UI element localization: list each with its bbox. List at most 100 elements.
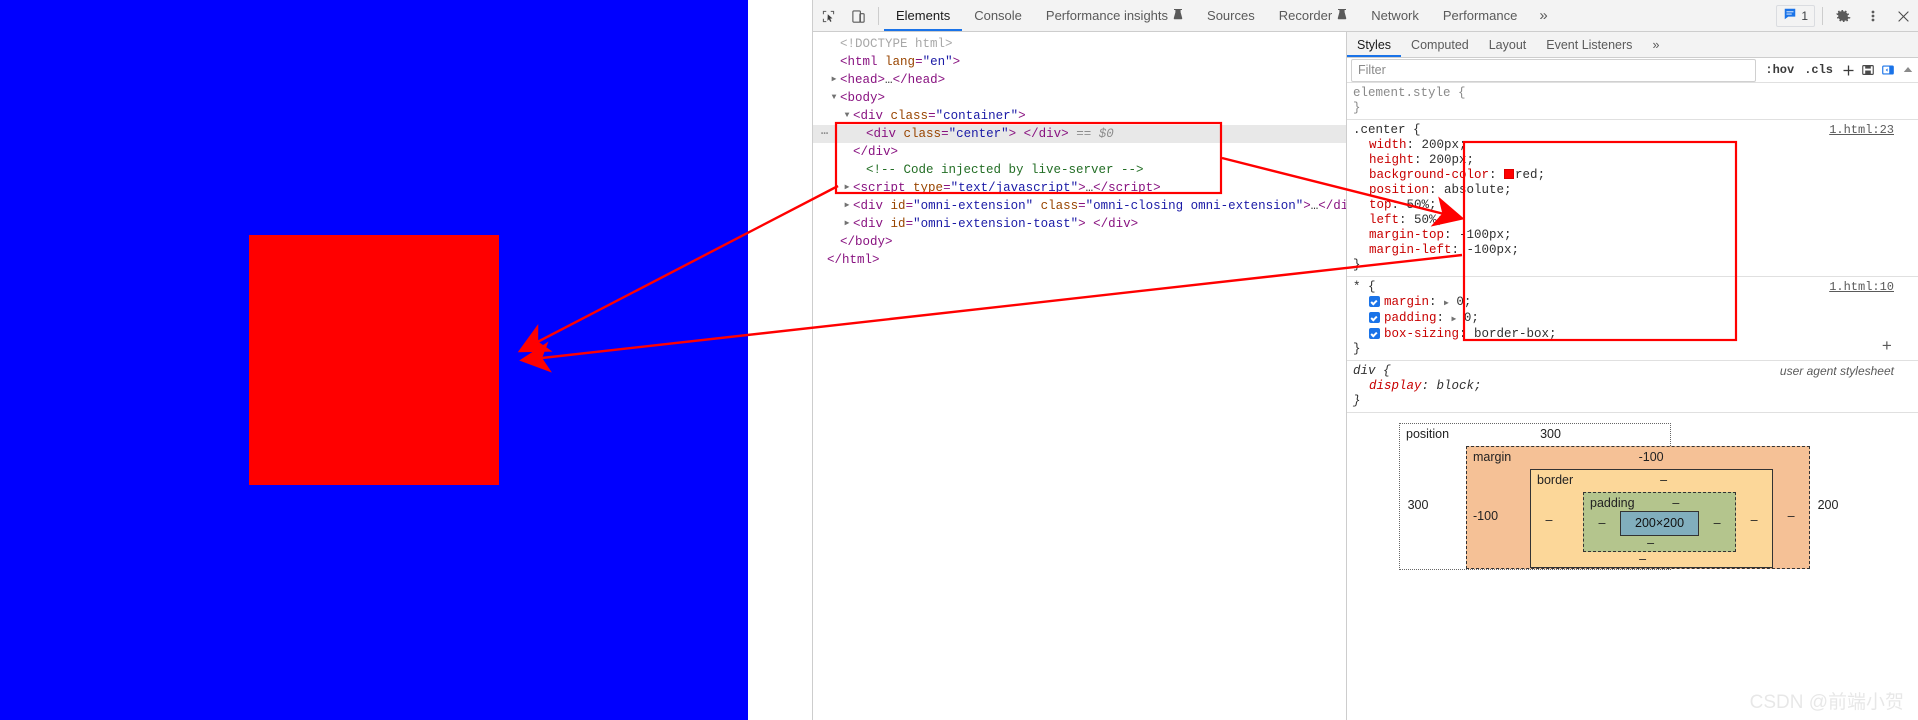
css-property-name[interactable]: margin-left	[1369, 243, 1452, 257]
box-model-border-bottom[interactable]: –	[1531, 552, 1772, 567]
css-property-value[interactable]: 200px	[1422, 138, 1460, 152]
css-declaration[interactable]: padding: ▶ 0;	[1353, 311, 1918, 327]
dom-expand-twisty[interactable]: ▶	[842, 197, 852, 215]
dom-attr-value[interactable]: "omni-extension-toast"	[913, 217, 1078, 231]
css-property-name[interactable]: left	[1369, 213, 1399, 227]
box-model-border-top[interactable]: –	[1573, 473, 1772, 488]
dom-attr-name[interactable]: class	[904, 127, 942, 141]
tabbar-overflow-button[interactable]: »	[1529, 0, 1557, 31]
css-selector[interactable]: element.style	[1353, 86, 1451, 100]
css-declaration-checkbox[interactable]	[1369, 328, 1380, 339]
dom-attr-name[interactable]: id	[891, 217, 906, 231]
dom-tree[interactable]: <!DOCTYPE html> <html lang="en"> ▶ <head>…<…	[813, 32, 1346, 720]
box-model-padding[interactable]: padding – –200×200– –	[1583, 492, 1737, 552]
gear-icon[interactable]	[1828, 0, 1858, 32]
css-property-value[interactable]: absolute	[1444, 183, 1504, 197]
dom-tree-row[interactable]: ▶ <div id="omni-extension" class="omni-cl…	[813, 197, 1346, 215]
css-rule[interactable]: 1.html:23 .center {width: 200px; height: 2…	[1347, 120, 1918, 277]
css-property-name[interactable]: background-color	[1369, 168, 1489, 182]
more-vertical-icon[interactable]	[1858, 0, 1888, 32]
css-declaration[interactable]: margin-left: -100px;	[1353, 243, 1918, 258]
css-property-value[interactable]: -100px	[1459, 228, 1504, 242]
dom-tree-row[interactable]: ▶ <script type="text/javascript">…</scrip…	[813, 179, 1346, 197]
css-property-value[interactable]: 200px	[1429, 153, 1467, 167]
dom-tree-row[interactable]: </html>	[813, 251, 1346, 269]
css-selector[interactable]: *	[1353, 280, 1361, 294]
dom-tree-row[interactable]: </div>	[813, 143, 1346, 161]
css-declaration[interactable]: left: 50%;	[1353, 213, 1918, 228]
css-declaration-checkbox[interactable]	[1369, 312, 1380, 323]
tab-performance-insights[interactable]: Performance insights	[1034, 0, 1195, 31]
css-property-value[interactable]: 50%	[1414, 213, 1437, 227]
dom-attr-name[interactable]: type	[913, 181, 943, 195]
scroll-up-icon[interactable]	[1898, 64, 1918, 76]
dom-row-ellipsis-badge[interactable]: ⋯	[817, 125, 833, 143]
box-model-margin-left[interactable]: -100	[1467, 465, 1504, 568]
dom-tree-row[interactable]: <html lang="en">	[813, 53, 1346, 71]
dom-expand-twisty[interactable]: ▶	[842, 179, 852, 197]
css-property-value[interactable]: -100px	[1467, 243, 1512, 257]
box-model-position-top[interactable]: 300	[1449, 427, 1670, 442]
dom-tree-row[interactable]: <!DOCTYPE html>	[813, 35, 1346, 53]
css-property-name[interactable]: display	[1369, 379, 1422, 393]
dom-expand-twisty[interactable]: ▶	[829, 71, 839, 89]
dom-attr-value[interactable]: "omni-extension"	[913, 199, 1033, 213]
tab-performance[interactable]: Performance	[1431, 0, 1529, 31]
dom-attr-name[interactable]: class	[1041, 199, 1079, 213]
css-declaration[interactable]: margin: ▶ 0;	[1353, 295, 1918, 311]
tab-sources[interactable]: Sources	[1195, 0, 1267, 31]
css-declaration[interactable]: width: 200px;	[1353, 138, 1918, 153]
css-property-name[interactable]: margin-top	[1369, 228, 1444, 242]
css-selector[interactable]: div	[1353, 364, 1376, 378]
hover-state-button[interactable]: :hov	[1760, 63, 1799, 77]
class-toggle-button[interactable]: .cls	[1799, 63, 1838, 77]
css-property-name[interactable]: position	[1369, 183, 1429, 197]
box-model-margin-right[interactable]: –	[1773, 465, 1809, 568]
dom-tree-row[interactable]: ▶ <div id="omni-extension-toast"> </div>	[813, 215, 1346, 233]
styles-rules-list[interactable]: element.style {} 1.html:23 .center {width:…	[1347, 83, 1918, 720]
box-model-margin-top[interactable]: -100	[1511, 450, 1809, 465]
css-property-value[interactable]: red	[1515, 168, 1538, 182]
box-model-padding-right[interactable]: –	[1699, 511, 1735, 536]
box-model-padding-top[interactable]: –	[1635, 496, 1736, 511]
dom-expand-twisty[interactable]: ▼	[842, 107, 852, 125]
css-property-name[interactable]: height	[1369, 153, 1414, 167]
css-declaration[interactable]: display: block;	[1353, 379, 1918, 394]
css-property-value[interactable]: 0	[1456, 295, 1464, 309]
css-property-value[interactable]: block	[1437, 379, 1475, 393]
box-model-content[interactable]: 200×200	[1620, 511, 1700, 536]
styles-filter-input[interactable]	[1351, 58, 1757, 82]
dom-attr-value[interactable]: "text/javascript"	[951, 181, 1079, 195]
dom-attr-value[interactable]: "container"	[936, 109, 1019, 123]
css-rule[interactable]: user agent stylesheet div {display: block…	[1347, 361, 1918, 413]
dom-tree-row[interactable]: ▼ <body>	[813, 89, 1346, 107]
css-value-expand-icon[interactable]: ▶	[1452, 315, 1457, 324]
css-property-name[interactable]: width	[1369, 138, 1407, 152]
issues-counter-button[interactable]: 1	[1776, 4, 1815, 27]
tab-elements[interactable]: Elements	[884, 0, 963, 31]
box-model-border-right[interactable]: –	[1736, 488, 1772, 552]
css-declaration[interactable]: background-color: red;	[1353, 168, 1918, 183]
css-declaration[interactable]: top: 50%;	[1353, 198, 1918, 213]
css-rule-origin[interactable]: 1.html:23	[1829, 123, 1894, 138]
dom-tree-row[interactable]: ▶ <head>…</head>	[813, 71, 1346, 89]
dom-attr-name[interactable]: lang	[885, 55, 915, 69]
css-declaration[interactable]: position: absolute;	[1353, 183, 1918, 198]
box-model-position[interactable]: position 300 300 margin -100 -100 border – – padd…	[1399, 423, 1838, 570]
box-model-padding-bottom[interactable]: –	[1584, 536, 1735, 551]
add-declaration-button[interactable]: +	[1882, 339, 1892, 356]
dom-attr-value[interactable]: "en"	[923, 55, 953, 69]
tab-event-listeners[interactable]: Event Listeners	[1536, 32, 1642, 57]
box-model-margin[interactable]: margin -100 -100 border – – padding – –200×200– –…	[1466, 446, 1811, 569]
inspect-cursor-icon[interactable]	[813, 0, 843, 32]
dom-attr-value[interactable]: "center"	[949, 127, 1009, 141]
css-selector[interactable]: .center	[1353, 123, 1406, 137]
css-property-name[interactable]: margin	[1384, 295, 1429, 309]
dom-attr-name[interactable]: class	[891, 109, 929, 123]
styles-tabs-overflow[interactable]: »	[1642, 32, 1669, 57]
dom-tree-row[interactable]: ⋯ <div class="center"> </div> == $0	[813, 125, 1346, 143]
css-property-name[interactable]: top	[1369, 198, 1392, 212]
box-model-position-right[interactable]: 200	[1810, 442, 1846, 569]
close-icon[interactable]	[1888, 0, 1918, 32]
device-toggle-icon[interactable]	[843, 0, 873, 32]
